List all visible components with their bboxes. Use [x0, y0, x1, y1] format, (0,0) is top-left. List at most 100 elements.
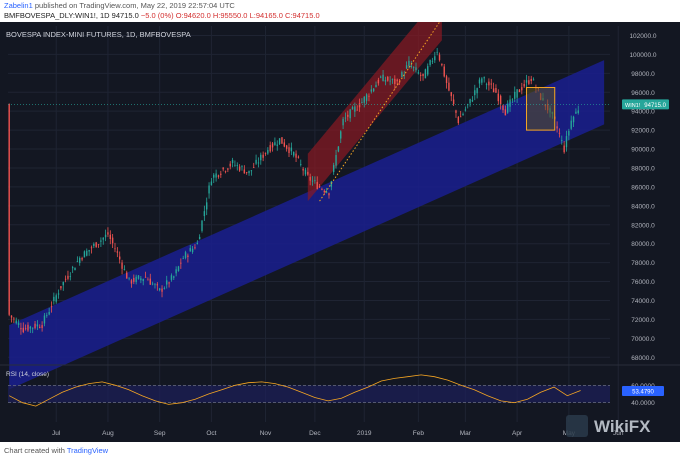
price-tick-label[interactable]: 82000.0 — [631, 222, 655, 229]
time-tick-label[interactable]: Sep — [154, 430, 166, 437]
candle-body — [323, 190, 325, 193]
candle-body — [518, 89, 521, 93]
candle-body — [196, 242, 199, 245]
price-tick-label[interactable]: 86000.0 — [631, 184, 655, 191]
price-tick-label[interactable]: 92000.0 — [631, 128, 655, 135]
candle-body — [262, 154, 264, 158]
candle-body — [316, 181, 318, 189]
candle-body — [137, 275, 140, 279]
price-tick-label[interactable]: 100000.0 — [629, 52, 656, 59]
candle-body — [368, 95, 370, 97]
publish-header: Zabelin1 published on TradingView.com, M… — [0, 0, 680, 22]
candle-body — [438, 54, 441, 61]
price-tick-label[interactable]: 88000.0 — [631, 165, 655, 172]
symbol-label: BMFBOVESPA_DLY:WIN1!, 1D — [4, 11, 112, 20]
candle-body — [173, 276, 175, 278]
symbol-ohlc-line: BMFBOVESPA_DLY:WIN1!, 1D 94715.0 −5.0 (0… — [4, 11, 320, 20]
candle-body — [250, 170, 253, 172]
candle-body — [215, 173, 217, 178]
watermark-text: WikiFX — [594, 417, 651, 436]
time-tick-label[interactable]: Dec — [309, 430, 321, 437]
price-tick-label[interactable]: 98000.0 — [631, 71, 655, 78]
time-tick-label[interactable]: Feb — [413, 430, 425, 437]
candle-body — [419, 74, 422, 76]
candle-body — [102, 237, 104, 240]
candle-body — [13, 318, 15, 320]
time-tick-label[interactable]: Mar — [460, 430, 472, 437]
candle-body — [74, 267, 76, 271]
candle-body — [111, 237, 114, 244]
price-tick-label[interactable]: 94000.0 — [631, 109, 655, 116]
candle-body — [372, 88, 375, 92]
candle-body — [427, 66, 429, 75]
time-tick-label[interactable]: Jul — [52, 430, 61, 437]
publisher-user-link[interactable]: Zabelin1 — [4, 1, 33, 10]
candle-body — [530, 78, 532, 82]
candle-body — [36, 324, 39, 327]
candle-body — [330, 181, 333, 187]
price-tick-label[interactable]: 72000.0 — [631, 317, 655, 324]
candle-body — [490, 83, 492, 85]
rsi-level-label[interactable]: 40.0000 — [631, 400, 655, 407]
price-tick-label[interactable]: 76000.0 — [631, 279, 655, 286]
candle-body — [48, 311, 50, 315]
candle-body — [335, 155, 337, 166]
candle-body — [50, 306, 53, 308]
ohlc-high: H:95550.0 — [212, 11, 248, 20]
candle-body — [281, 137, 283, 144]
candle-body — [337, 146, 340, 152]
price-tick-label[interactable]: 78000.0 — [631, 260, 655, 267]
candle-body — [561, 139, 563, 141]
candle-body — [511, 99, 514, 101]
candle-body — [502, 105, 504, 111]
chart-svg[interactable]: WIN1! 94715.0 102000.0100000.098000.09600… — [0, 0, 680, 442]
candle-body — [241, 166, 243, 168]
candle-body — [483, 77, 485, 79]
candle-body — [147, 279, 149, 281]
highlight-box — [526, 87, 556, 131]
time-tick-label[interactable]: Apr — [512, 430, 523, 437]
candle-body — [97, 244, 100, 246]
price-tick-label[interactable]: 70000.0 — [631, 336, 655, 343]
price-tick-label[interactable]: 90000.0 — [631, 147, 655, 154]
price-tick-label[interactable]: 96000.0 — [631, 90, 655, 97]
candle-body — [180, 262, 182, 264]
candle-body — [191, 248, 194, 253]
candle-body — [206, 202, 208, 210]
candle-body — [142, 278, 144, 282]
candle-body — [34, 323, 36, 329]
chart-area[interactable]: WIN1! 94715.0 102000.0 100000.0 98000.0 9600… — [0, 0, 680, 442]
candle-body — [570, 120, 572, 129]
time-tick-label[interactable]: 2019 — [357, 430, 372, 437]
ohlc-close: C:94715.0 — [285, 11, 320, 20]
candle-body — [469, 98, 471, 104]
candle-body — [410, 65, 412, 67]
candle-body — [260, 154, 262, 161]
time-tick-label[interactable]: Aug — [102, 430, 114, 437]
candle-body — [572, 116, 575, 123]
candle-body — [459, 116, 462, 118]
candle-body — [154, 284, 156, 286]
candle-body — [257, 162, 260, 164]
price-tick-label[interactable]: 80000.0 — [631, 241, 655, 248]
tradingview-link[interactable]: TradingView — [67, 446, 108, 455]
candle-body — [222, 167, 224, 170]
price-tick-label[interactable]: 74000.0 — [631, 298, 655, 305]
candle-body — [71, 267, 74, 269]
candle-body — [269, 145, 271, 152]
candle-body — [532, 79, 535, 81]
candle-body — [69, 276, 72, 277]
candle-body — [525, 80, 528, 83]
candle-body — [422, 73, 424, 77]
price-tick-label[interactable]: 68000.0 — [631, 355, 655, 362]
candle-body — [521, 87, 523, 91]
price-tick-label[interactable]: 102000.0 — [629, 33, 656, 40]
price-change: −5.0 (0%) — [140, 11, 174, 20]
time-tick-label[interactable]: Nov — [260, 430, 272, 437]
rsi-label: RSI (14, close) — [6, 371, 49, 378]
candle-body — [394, 78, 396, 85]
time-tick-label[interactable]: Oct — [206, 430, 216, 437]
candle-body — [39, 326, 41, 328]
candle-body — [67, 275, 69, 279]
price-tick-label[interactable]: 84000.0 — [631, 203, 655, 210]
